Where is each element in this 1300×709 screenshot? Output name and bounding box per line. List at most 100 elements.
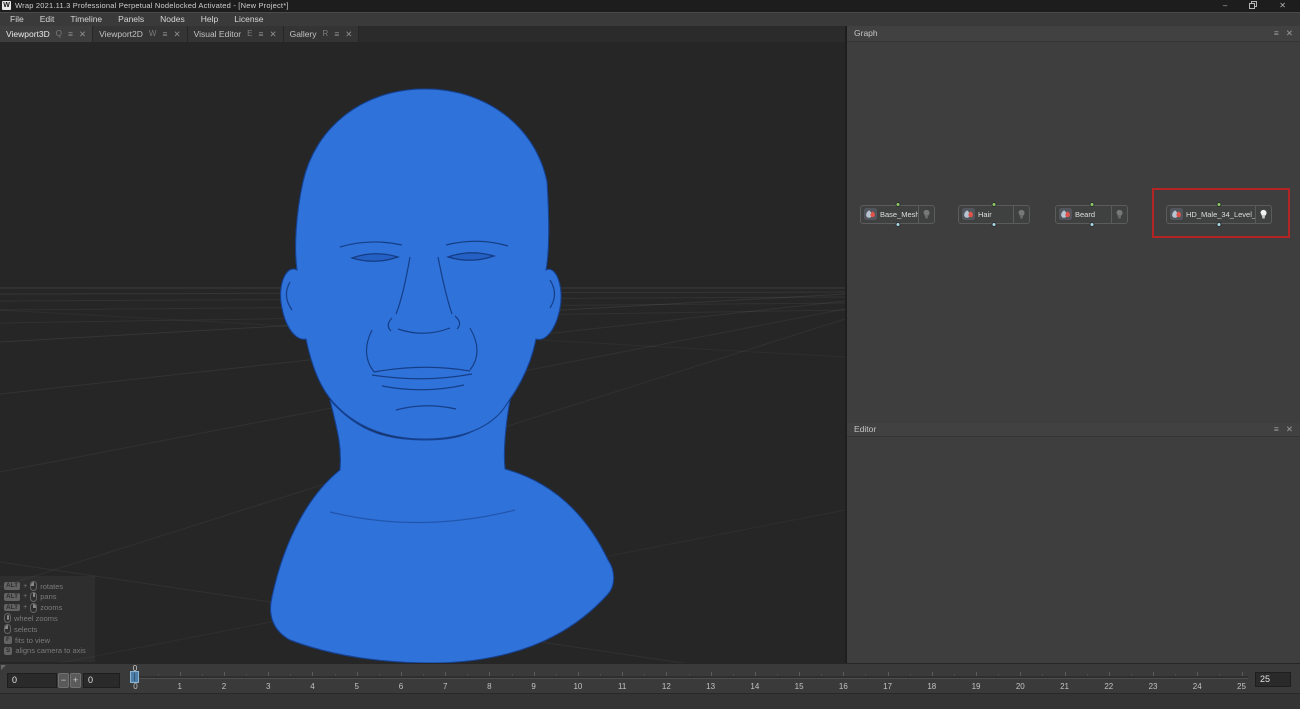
node-input-connector[interactable] bbox=[895, 222, 900, 227]
timeline-tick bbox=[224, 672, 225, 676]
close-button[interactable]: ✕ bbox=[1279, 2, 1286, 10]
viewport3d[interactable]: ALT+rotatesALT+pansALT+zoomswheel zoomss… bbox=[0, 42, 845, 663]
node-input-connector[interactable] bbox=[1217, 222, 1222, 227]
timeline-minor-tick bbox=[1219, 674, 1220, 676]
node-input-connector[interactable] bbox=[992, 222, 997, 227]
shortcut-row: ALT+zooms bbox=[4, 602, 95, 613]
node-output-connector[interactable] bbox=[1089, 202, 1094, 207]
tab-close-icon[interactable]: ✕ bbox=[173, 30, 180, 38]
plus-sign: + bbox=[23, 583, 27, 590]
node-output-connector[interactable] bbox=[1217, 202, 1222, 207]
node-input-connector[interactable] bbox=[1089, 222, 1094, 227]
timeline-frame-label: 7 bbox=[435, 682, 455, 691]
current-frame-input[interactable] bbox=[7, 673, 57, 688]
timeline-minor-tick bbox=[423, 674, 424, 676]
timeline-track[interactable] bbox=[130, 676, 1248, 679]
timeline-frame-label: 20 bbox=[1010, 682, 1030, 691]
geometry-icon bbox=[864, 208, 877, 220]
panel-close-icon[interactable]: ✕ bbox=[1286, 28, 1293, 39]
timeline-tick bbox=[711, 672, 712, 676]
node-output-connector[interactable] bbox=[992, 202, 997, 207]
node-visibility-bulb[interactable] bbox=[1255, 206, 1271, 223]
minimize-button[interactable]: – bbox=[1223, 2, 1227, 10]
panel-menu-icon[interactable]: ≡ bbox=[1274, 424, 1279, 435]
graph-node-hair[interactable]: Hair bbox=[958, 205, 1030, 224]
geometry-icon bbox=[1170, 208, 1183, 220]
timeline-tick bbox=[666, 672, 667, 676]
graph-node-beard[interactable]: Beard bbox=[1055, 205, 1128, 224]
timeline-tick bbox=[755, 672, 756, 676]
tab-label: Viewport3D bbox=[6, 29, 50, 39]
tab-close-icon[interactable]: ✕ bbox=[79, 30, 86, 38]
tab-menu-icon[interactable]: ≡ bbox=[162, 30, 167, 38]
timeline-minor-tick bbox=[998, 674, 999, 676]
timeline-tick bbox=[888, 672, 889, 676]
tab-shortcut-key: W bbox=[149, 29, 157, 38]
timeline-frame-label: 0 bbox=[126, 682, 146, 691]
graph-panel-title: Graph bbox=[854, 28, 878, 38]
timeline-tick bbox=[799, 672, 800, 676]
timeline-tick bbox=[180, 672, 181, 676]
timeline-frame-label: 17 bbox=[878, 682, 898, 691]
timeline-tick bbox=[1153, 672, 1154, 676]
timeline-frame-label: 12 bbox=[656, 682, 676, 691]
graph-panel-header: Graph ≡ ✕ bbox=[847, 26, 1300, 42]
timeline-minor-tick bbox=[689, 674, 690, 676]
frame-decrement-button[interactable]: − bbox=[58, 673, 69, 688]
window-title: Wrap 2021.11.3 Professional Perpetual No… bbox=[15, 1, 289, 10]
timeline-frame-label: 6 bbox=[391, 682, 411, 691]
menu-item-nodes[interactable]: Nodes bbox=[152, 13, 193, 26]
node-visibility-bulb[interactable] bbox=[1013, 206, 1029, 223]
timeline-minor-tick bbox=[954, 674, 955, 676]
shortcut-label: fits to view bbox=[15, 636, 50, 645]
timeline-minor-tick bbox=[379, 674, 380, 676]
tab-gallery[interactable]: GalleryR≡✕ bbox=[284, 26, 360, 42]
timeline-minor-tick bbox=[1175, 674, 1176, 676]
menu-item-edit[interactable]: Edit bbox=[32, 13, 63, 26]
timeline-minor-tick bbox=[733, 674, 734, 676]
frame-secondary-input[interactable] bbox=[83, 673, 120, 688]
tab-viewport2d[interactable]: Viewport2DW≡✕ bbox=[93, 26, 187, 42]
tab-viewport3d[interactable]: Viewport3DQ≡✕ bbox=[0, 26, 93, 42]
timeline-tick bbox=[932, 672, 933, 676]
timeline-minor-tick bbox=[1042, 674, 1043, 676]
menu-item-help[interactable]: Help bbox=[193, 13, 226, 26]
viewport-tab-bar: Viewport3DQ≡✕Viewport2DW≡✕Visual EditorE… bbox=[0, 26, 845, 42]
timeline-tick bbox=[312, 672, 313, 676]
tab-visual-editor[interactable]: Visual EditorE≡✕ bbox=[188, 26, 284, 42]
head-mesh[interactable] bbox=[271, 89, 614, 663]
restore-button[interactable] bbox=[1249, 1, 1257, 11]
node-visibility-bulb[interactable] bbox=[1111, 206, 1127, 223]
graph-node-hd_male_34_level_1[interactable]: HD_Male_34_Level_1 bbox=[1166, 205, 1272, 224]
timeline-frame-label: 5 bbox=[347, 682, 367, 691]
lightbulb-icon bbox=[922, 209, 931, 220]
editor-panel-title: Editor bbox=[854, 424, 876, 434]
timeline-minor-tick bbox=[202, 674, 203, 676]
panel-close-icon[interactable]: ✕ bbox=[1286, 424, 1293, 435]
frame-increment-button[interactable]: + bbox=[70, 673, 81, 688]
tab-close-icon[interactable]: ✕ bbox=[269, 30, 276, 38]
lightbulb-icon bbox=[1115, 209, 1124, 220]
tab-menu-icon[interactable]: ≡ bbox=[334, 30, 339, 38]
end-frame-input[interactable] bbox=[1255, 672, 1291, 687]
node-graph-canvas[interactable]: Base_Mesh Hair Beard HD_Male_34_Level_1 bbox=[847, 42, 1300, 423]
menu-item-timeline[interactable]: Timeline bbox=[62, 13, 110, 26]
timeline-playhead[interactable] bbox=[130, 671, 139, 683]
node-visibility-bulb[interactable] bbox=[918, 206, 934, 223]
menu-item-panels[interactable]: Panels bbox=[110, 13, 152, 26]
geometry-icon bbox=[1059, 208, 1072, 220]
menu-item-license[interactable]: License bbox=[226, 13, 271, 26]
tab-close-icon[interactable]: ✕ bbox=[345, 30, 352, 38]
timeline-minor-tick bbox=[556, 674, 557, 676]
key-badge-alt: ALT bbox=[4, 582, 20, 590]
menu-item-file[interactable]: File bbox=[2, 13, 32, 26]
tab-menu-icon[interactable]: ≡ bbox=[259, 30, 264, 38]
graph-node-base_mesh[interactable]: Base_Mesh bbox=[860, 205, 935, 224]
resize-grip-icon[interactable] bbox=[1, 665, 6, 670]
restore-icon bbox=[1249, 1, 1257, 9]
node-output-connector[interactable] bbox=[895, 202, 900, 207]
node-name-label: Base_Mesh bbox=[878, 210, 918, 219]
app-logo-icon: W bbox=[2, 1, 11, 10]
panel-menu-icon[interactable]: ≡ bbox=[1274, 28, 1279, 39]
tab-menu-icon[interactable]: ≡ bbox=[68, 30, 73, 38]
